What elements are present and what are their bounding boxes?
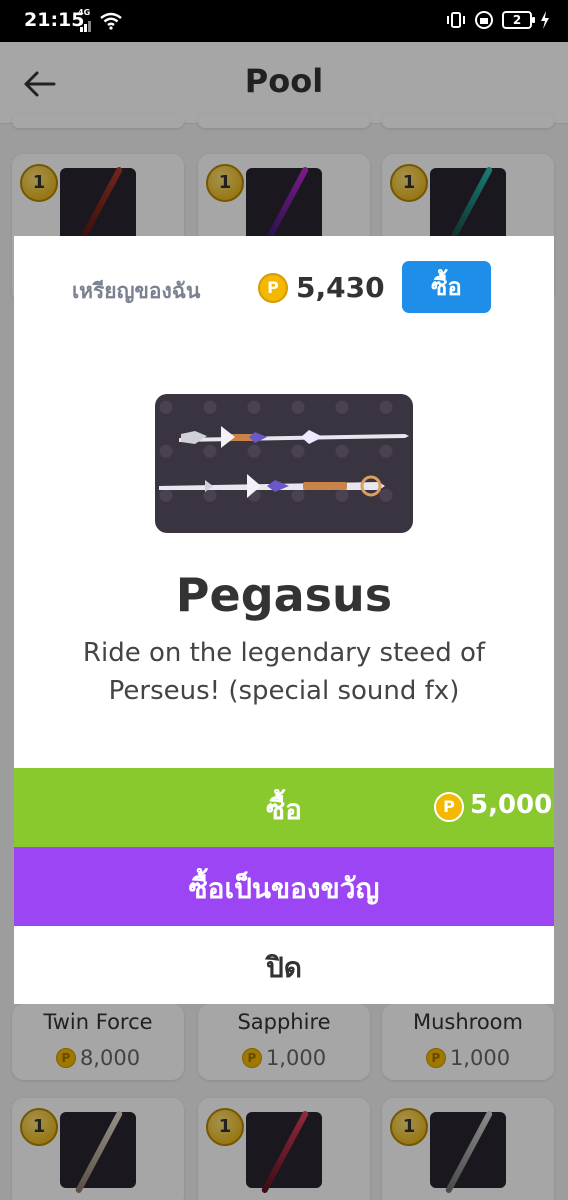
buy-button[interactable]: ซื้อ P 5,000	[14, 768, 554, 847]
my-coins-label: เหรียญของฉัน	[72, 279, 201, 303]
status-bar: 21:15 4G 2	[0, 0, 568, 42]
signal-icon	[80, 21, 91, 32]
buy-as-gift-button[interactable]: ซื้อเป็นของขวัญ	[14, 847, 554, 926]
battery-icon: 2	[502, 11, 535, 29]
close-button[interactable]: ปิด	[14, 926, 554, 1004]
cue-preview-image	[155, 394, 413, 533]
coin-icon: P	[258, 273, 288, 303]
close-label: ปิด	[266, 951, 302, 984]
purchase-dialog: เหรียญของฉัน P 5,430 ซื้อ Pegasus Ride o…	[14, 236, 554, 1004]
buy-price: 5,000	[470, 790, 553, 820]
gift-label: ซื้อเป็นของขวัญ	[188, 872, 380, 905]
buy-coins-button[interactable]: ซื้อ	[402, 261, 491, 313]
coin-icon: P	[434, 792, 464, 822]
charging-icon	[541, 11, 549, 29]
data-saver-icon	[475, 11, 493, 29]
item-description: Ride on the legendary steed of Perseus! …	[82, 638, 486, 706]
network-type: 4G	[78, 8, 91, 17]
wifi-icon	[100, 12, 122, 30]
item-title: Pegasus	[175, 568, 393, 622]
coin-balance: 5,430	[296, 271, 385, 304]
coin-balance-row: เหรียญของฉัน P 5,430 ซื้อ	[14, 261, 554, 313]
status-time: 21:15	[24, 9, 85, 31]
vibrate-icon	[447, 12, 465, 28]
